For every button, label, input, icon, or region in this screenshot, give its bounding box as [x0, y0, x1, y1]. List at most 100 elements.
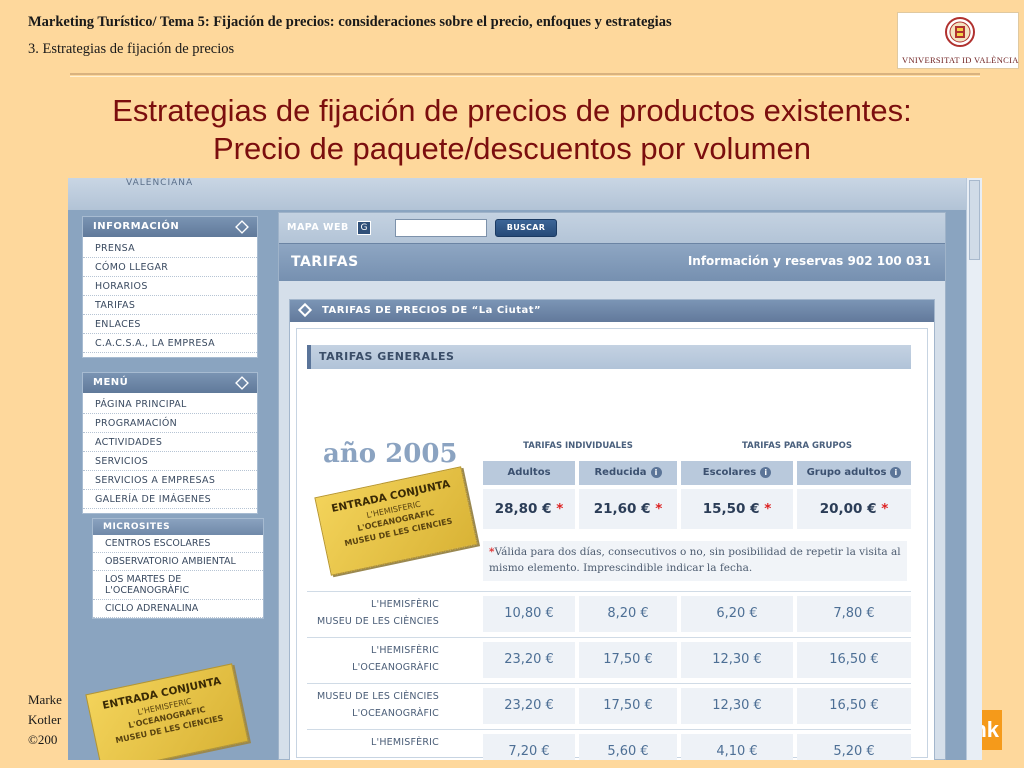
expand-icon[interactable] — [235, 376, 249, 390]
info-item-horarios[interactable]: HORARIOS — [83, 277, 257, 296]
price-cell: 16,50 € — [797, 642, 911, 678]
slide-title-line2: Precio de paquete/descuentos por volumen — [212, 131, 811, 166]
column-header-adultos: Adultos — [483, 461, 575, 485]
column-header-reducida: Reducida i — [579, 461, 677, 485]
website-banner: VALENCIANA — [68, 178, 982, 210]
price-panel-title: TARIFAS DE PRECIOS DE “La Ciutat” — [322, 305, 542, 316]
microsite-martes-line2: L'OCEANOGRÀFIC — [105, 585, 190, 596]
microsites-box: MICROSITES CENTROS ESCOLARES OBSERVATORI… — [92, 518, 264, 619]
panel-diamond-icon — [297, 302, 313, 318]
menu-item-programacion[interactable]: PROGRAMACIÓN — [83, 414, 257, 433]
row-label: L'HEMISFÈRIC L'OCEANOGRÀFIC — [307, 642, 467, 676]
website-banner-text: VALENCIANA — [126, 178, 194, 188]
footer-line3: ©200 — [28, 732, 58, 747]
table-row: L'HEMISFÈRIC 7,20 € 5,60 € 4,10 € 5,20 € — [307, 729, 911, 760]
row-label-line1: L'HEMISFÈRIC — [371, 599, 439, 610]
slide-header-course: Marketing Turístico/ Tema 5: Fijación de… — [28, 14, 672, 30]
price-cell: 23,20 € — [483, 642, 575, 678]
info-item-prensa[interactable]: PRENSA — [83, 239, 257, 258]
footer-line1: Marke — [28, 692, 62, 707]
info-icon[interactable]: i — [890, 466, 902, 478]
asterisk-mark: * — [556, 501, 564, 517]
price-cell: 17,50 € — [579, 642, 677, 678]
promo-ticket[interactable]: ENTRADA CONJUNTA L'HEMISFERIC L'OCEANOGR… — [85, 663, 249, 760]
slide-title-line1: Estrategias de fijación de precios de pr… — [112, 93, 912, 128]
info-icon[interactable]: i — [650, 466, 662, 478]
info-item-como-llegar[interactable]: CÓMO LLEGAR — [83, 258, 257, 277]
slide-header-section: 3. Estrategias de fijación de precios — [28, 41, 235, 57]
price-cell: 8,20 € — [579, 596, 677, 632]
column-header-reducida-label: Reducida — [594, 467, 647, 478]
combo-price-reducida: 21,60 € * — [579, 489, 677, 529]
row-label-line2: MUSEU DE LES CIÈNCIES — [316, 616, 439, 627]
university-name: VNIVERSITAT ID VALÈNCIA — [902, 55, 1019, 65]
price-panel-header: TARIFAS DE PRECIOS DE “La Ciutat” — [290, 300, 934, 322]
price-cell: 10,80 € — [483, 596, 575, 632]
tarifas-title: TARIFAS — [291, 254, 359, 270]
website-screenshot: VALENCIANA INFORMACIÓN PRENSA CÓMO LLEGA… — [68, 178, 982, 760]
column-header-escolares-label: Escolares — [702, 467, 757, 478]
menu-box-title: MENÚ — [93, 377, 129, 388]
reservations-info: Información y reservas 902 100 031 — [687, 254, 931, 268]
price-cell: 17,50 € — [579, 688, 677, 724]
header-divider-highlight — [70, 76, 980, 77]
price-cell: 23,20 € — [483, 688, 575, 724]
website-left-column: INFORMACIÓN PRENSA CÓMO LLEGAR HORARIOS … — [82, 216, 264, 633]
menu-item-actividades[interactable]: ACTIVIDADES — [83, 433, 257, 452]
row-label-line1: L'HEMISFÈRIC — [371, 645, 439, 656]
info-item-empresa[interactable]: C.A.C.S.A., LA EMPRESA — [83, 334, 257, 353]
row-label: L'HEMISFÈRIC — [307, 734, 467, 751]
microsites-title: MICROSITES — [93, 519, 263, 535]
column-header-adultos-label: Adultos — [507, 467, 551, 478]
menu-item-servicios-empresas[interactable]: SERVICIOS A EMPRESAS — [83, 471, 257, 490]
info-item-enlaces[interactable]: ENLACES — [83, 315, 257, 334]
slide-title: Estrategias de fijación de precios de pr… — [0, 92, 1024, 168]
menu-box-header: MENÚ — [83, 373, 257, 393]
search-button[interactable]: BUSCAR — [495, 219, 557, 237]
microsite-centros-escolares[interactable]: CENTROS ESCOLARES — [93, 535, 263, 553]
price-cell: 12,30 € — [681, 688, 793, 724]
info-box: INFORMACIÓN PRENSA CÓMO LLEGAR HORARIOS … — [82, 216, 258, 358]
group-rates-group: TARIFAS PARA GRUPOS — [687, 441, 907, 451]
combo-price-escolares-value: 15,50 € — [702, 501, 760, 517]
price-content: TARIFAS GENERALES año 2005 ENTRADA CONJU… — [296, 328, 928, 760]
search-bar: MAPA WEB G BUSCAR — [279, 213, 945, 243]
info-icon[interactable]: i — [760, 466, 772, 478]
info-item-tarifas[interactable]: TARIFAS — [83, 296, 257, 315]
microsite-martes-line1: LOS MARTES DE — [105, 574, 182, 585]
individual-rates-label: TARIFAS INDIVIDUALES — [523, 441, 633, 451]
scrollbar-thumb[interactable] — [969, 180, 980, 260]
search-input[interactable] — [395, 219, 487, 237]
combo-note: *Válida para dos días, consecutivos o no… — [483, 541, 907, 581]
combo-note-text: Válida para dos días, consecutivos o no,… — [489, 546, 901, 574]
row-label-line2: L'OCEANOGRÀFIC — [352, 662, 439, 673]
university-seal-icon — [945, 17, 975, 47]
microsite-observatorio[interactable]: OBSERVATORIO AMBIENTAL — [93, 553, 263, 571]
microsite-martes[interactable]: LOS MARTES DE L'OCEANOGRÀFIC — [93, 571, 263, 600]
combo-price-adultos: 28,80 € * — [483, 489, 575, 529]
price-panel: TARIFAS DE PRECIOS DE “La Ciutat” TARIFA… — [289, 299, 935, 760]
column-header-escolares: Escolares i — [681, 461, 793, 485]
table-row: L'HEMISFÈRIC MUSEU DE LES CIÈNCIES 10,80… — [307, 591, 911, 635]
menu-item-servicios[interactable]: SERVICIOS — [83, 452, 257, 471]
university-logo: VNIVERSITAT ID VALÈNCIA — [897, 12, 1019, 69]
expand-icon[interactable] — [235, 220, 249, 234]
menu-item-pagina-principal[interactable]: PÁGINA PRINCIPAL — [83, 395, 257, 414]
combo-price-grupo-adultos: 20,00 € * — [797, 489, 911, 529]
site-map-link[interactable]: MAPA WEB — [287, 222, 349, 233]
row-label-line2: L'OCEANOGRÀFIC — [352, 708, 439, 719]
group-rates-label: TARIFAS PARA GRUPOS — [741, 441, 853, 451]
price-cell: 5,60 € — [579, 734, 677, 760]
table-row: L'HEMISFÈRIC L'OCEANOGRÀFIC 23,20 € 17,5… — [307, 637, 911, 681]
page-scrollbar[interactable] — [966, 178, 982, 760]
menu-item-galeria[interactable]: GALERÍA DE IMÁGENES — [83, 490, 257, 509]
individual-rates-group: TARIFAS INDIVIDUALES — [483, 441, 673, 451]
price-cell: 7,80 € — [797, 596, 911, 632]
row-label-line1: MUSEU DE LES CIÈNCIES — [316, 691, 439, 702]
combo-price-adultos-value: 28,80 € — [494, 501, 552, 517]
tarifas-bar: TARIFAS Información y reservas 902 100 0… — [279, 243, 945, 281]
table-row: MUSEU DE LES CIÈNCIES L'OCEANOGRÀFIC 23,… — [307, 683, 911, 727]
microsite-ciclo-adrenalina[interactable]: CICLO ADRENALINA — [93, 600, 263, 618]
price-cell: 6,20 € — [681, 596, 793, 632]
site-map-icon[interactable]: G — [357, 221, 371, 235]
